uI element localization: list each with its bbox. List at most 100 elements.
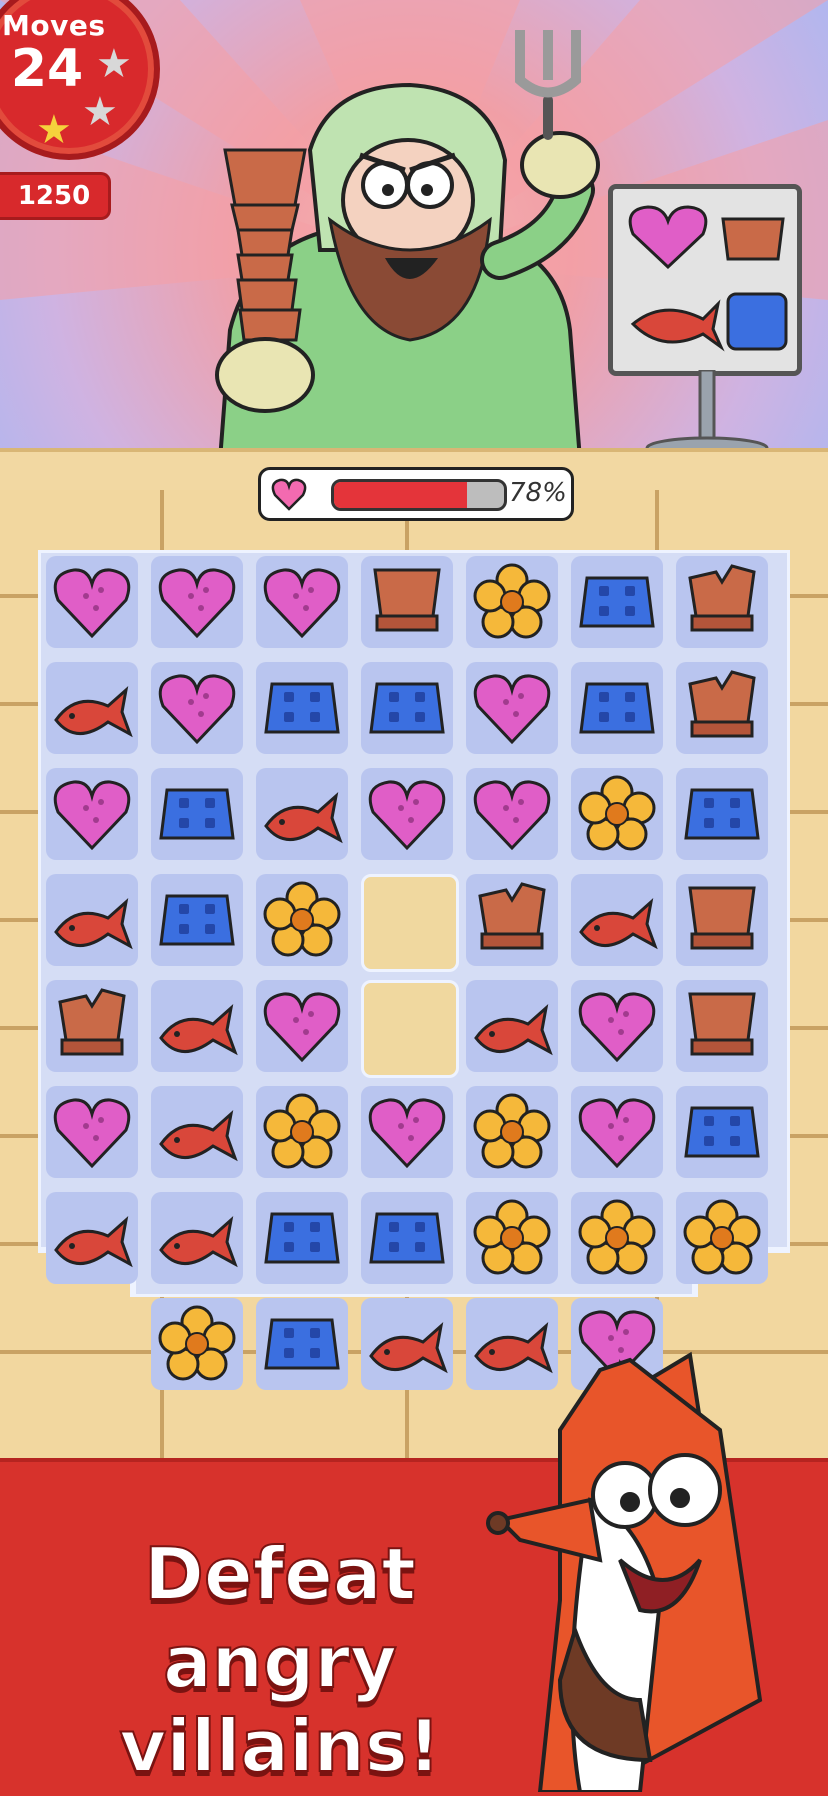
board-tile[interactable] [466,874,558,966]
board-tile[interactable] [466,1192,558,1284]
board-tile[interactable] [466,1086,558,1178]
board-tile[interactable] [676,556,768,648]
board-tile[interactable] [571,1086,663,1178]
pot-piece [373,568,441,632]
sponge-piece [684,1106,760,1158]
board-tile[interactable] [151,662,243,754]
broken-pot-piece [688,670,756,738]
sponge-piece [369,1212,445,1264]
fish-piece [54,1215,133,1268]
fish-piece [369,1321,448,1374]
flower-piece [158,1305,236,1381]
flower-piece [263,1093,341,1169]
heart-icon [271,478,307,511]
board-tile[interactable] [571,1192,663,1284]
board-tile[interactable] [466,662,558,754]
board-tile[interactable] [676,980,768,1072]
board-tile[interactable] [256,768,348,860]
board-tile[interactable] [256,874,348,966]
board-tile[interactable] [676,874,768,966]
board-tile[interactable] [151,874,243,966]
flower-piece [473,563,551,639]
heart-piece [578,1310,656,1381]
fish-piece [474,1321,553,1374]
heart-piece [53,568,131,639]
board-tile[interactable] [46,662,138,754]
game-board [38,550,790,1390]
flower-piece [578,1199,656,1275]
board-tile[interactable] [46,980,138,1072]
fish-piece [159,1003,238,1056]
heart-piece [578,992,656,1063]
flower-piece [578,775,656,851]
pot-piece [688,992,756,1056]
board-tile[interactable] [676,1192,768,1284]
board-tile[interactable] [466,556,558,648]
health-fill [334,482,467,508]
board-tile[interactable] [256,556,348,648]
heart-piece [473,674,551,745]
board-tile[interactable] [571,1298,663,1390]
board-tile[interactable] [151,1298,243,1390]
broken-pot-piece [478,882,546,950]
health-percent: 78% [509,478,567,508]
heart-piece [368,1098,446,1169]
board-tile[interactable] [46,1192,138,1284]
fish-piece [264,791,343,844]
board-tile[interactable] [571,556,663,648]
board-tile[interactable] [151,1086,243,1178]
board-tile[interactable] [466,768,558,860]
board-tile[interactable] [361,1086,453,1178]
flower-piece [263,881,341,957]
board-tile[interactable] [361,768,453,860]
board-tile[interactable] [571,980,663,1072]
heart-piece [368,780,446,851]
board-tile[interactable] [676,1086,768,1178]
board-tile[interactable] [571,662,663,754]
board-tile[interactable] [676,662,768,754]
board-tile[interactable] [151,980,243,1072]
fish-piece [54,685,133,738]
board-tile[interactable] [361,662,453,754]
pot-piece [688,886,756,950]
score-display: 1250 [0,172,111,220]
broken-pot-piece [58,988,126,1056]
board-tile[interactable] [256,1298,348,1390]
flower-piece [473,1199,551,1275]
board-tile[interactable] [46,1086,138,1178]
board-tile[interactable] [571,768,663,860]
heart-piece [263,568,341,639]
board-tile[interactable] [466,1298,558,1390]
board-tile[interactable] [256,980,348,1072]
board-tile[interactable] [361,1298,453,1390]
heart-piece [473,780,551,851]
board-tile[interactable] [151,556,243,648]
board-tile[interactable] [46,556,138,648]
board-tile[interactable] [256,1086,348,1178]
sponge-piece [579,682,655,734]
board-tile[interactable] [46,768,138,860]
board-hole [361,874,459,972]
sponge-piece [159,788,235,840]
board-tile[interactable] [256,662,348,754]
fish-piece [54,897,133,950]
board-tile[interactable] [151,768,243,860]
broken-pot-piece [688,564,756,632]
board-tile[interactable] [361,1192,453,1284]
heart-piece [578,1098,656,1169]
fish-piece [579,897,658,950]
recipe-fish-icon [630,299,725,352]
board-tile[interactable] [256,1192,348,1284]
flower-piece [473,1093,551,1169]
board-tile[interactable] [571,874,663,966]
moves-value: 24 [10,39,84,99]
heart-piece [53,1098,131,1169]
board-tile[interactable] [676,768,768,860]
board-tile[interactable] [466,980,558,1072]
enemy-health-bar: 78% [258,467,574,521]
board-tile[interactable] [46,874,138,966]
moves-label: Moves [2,9,106,42]
heart-piece [263,992,341,1063]
board-tile[interactable] [361,556,453,648]
board-tile[interactable] [151,1192,243,1284]
